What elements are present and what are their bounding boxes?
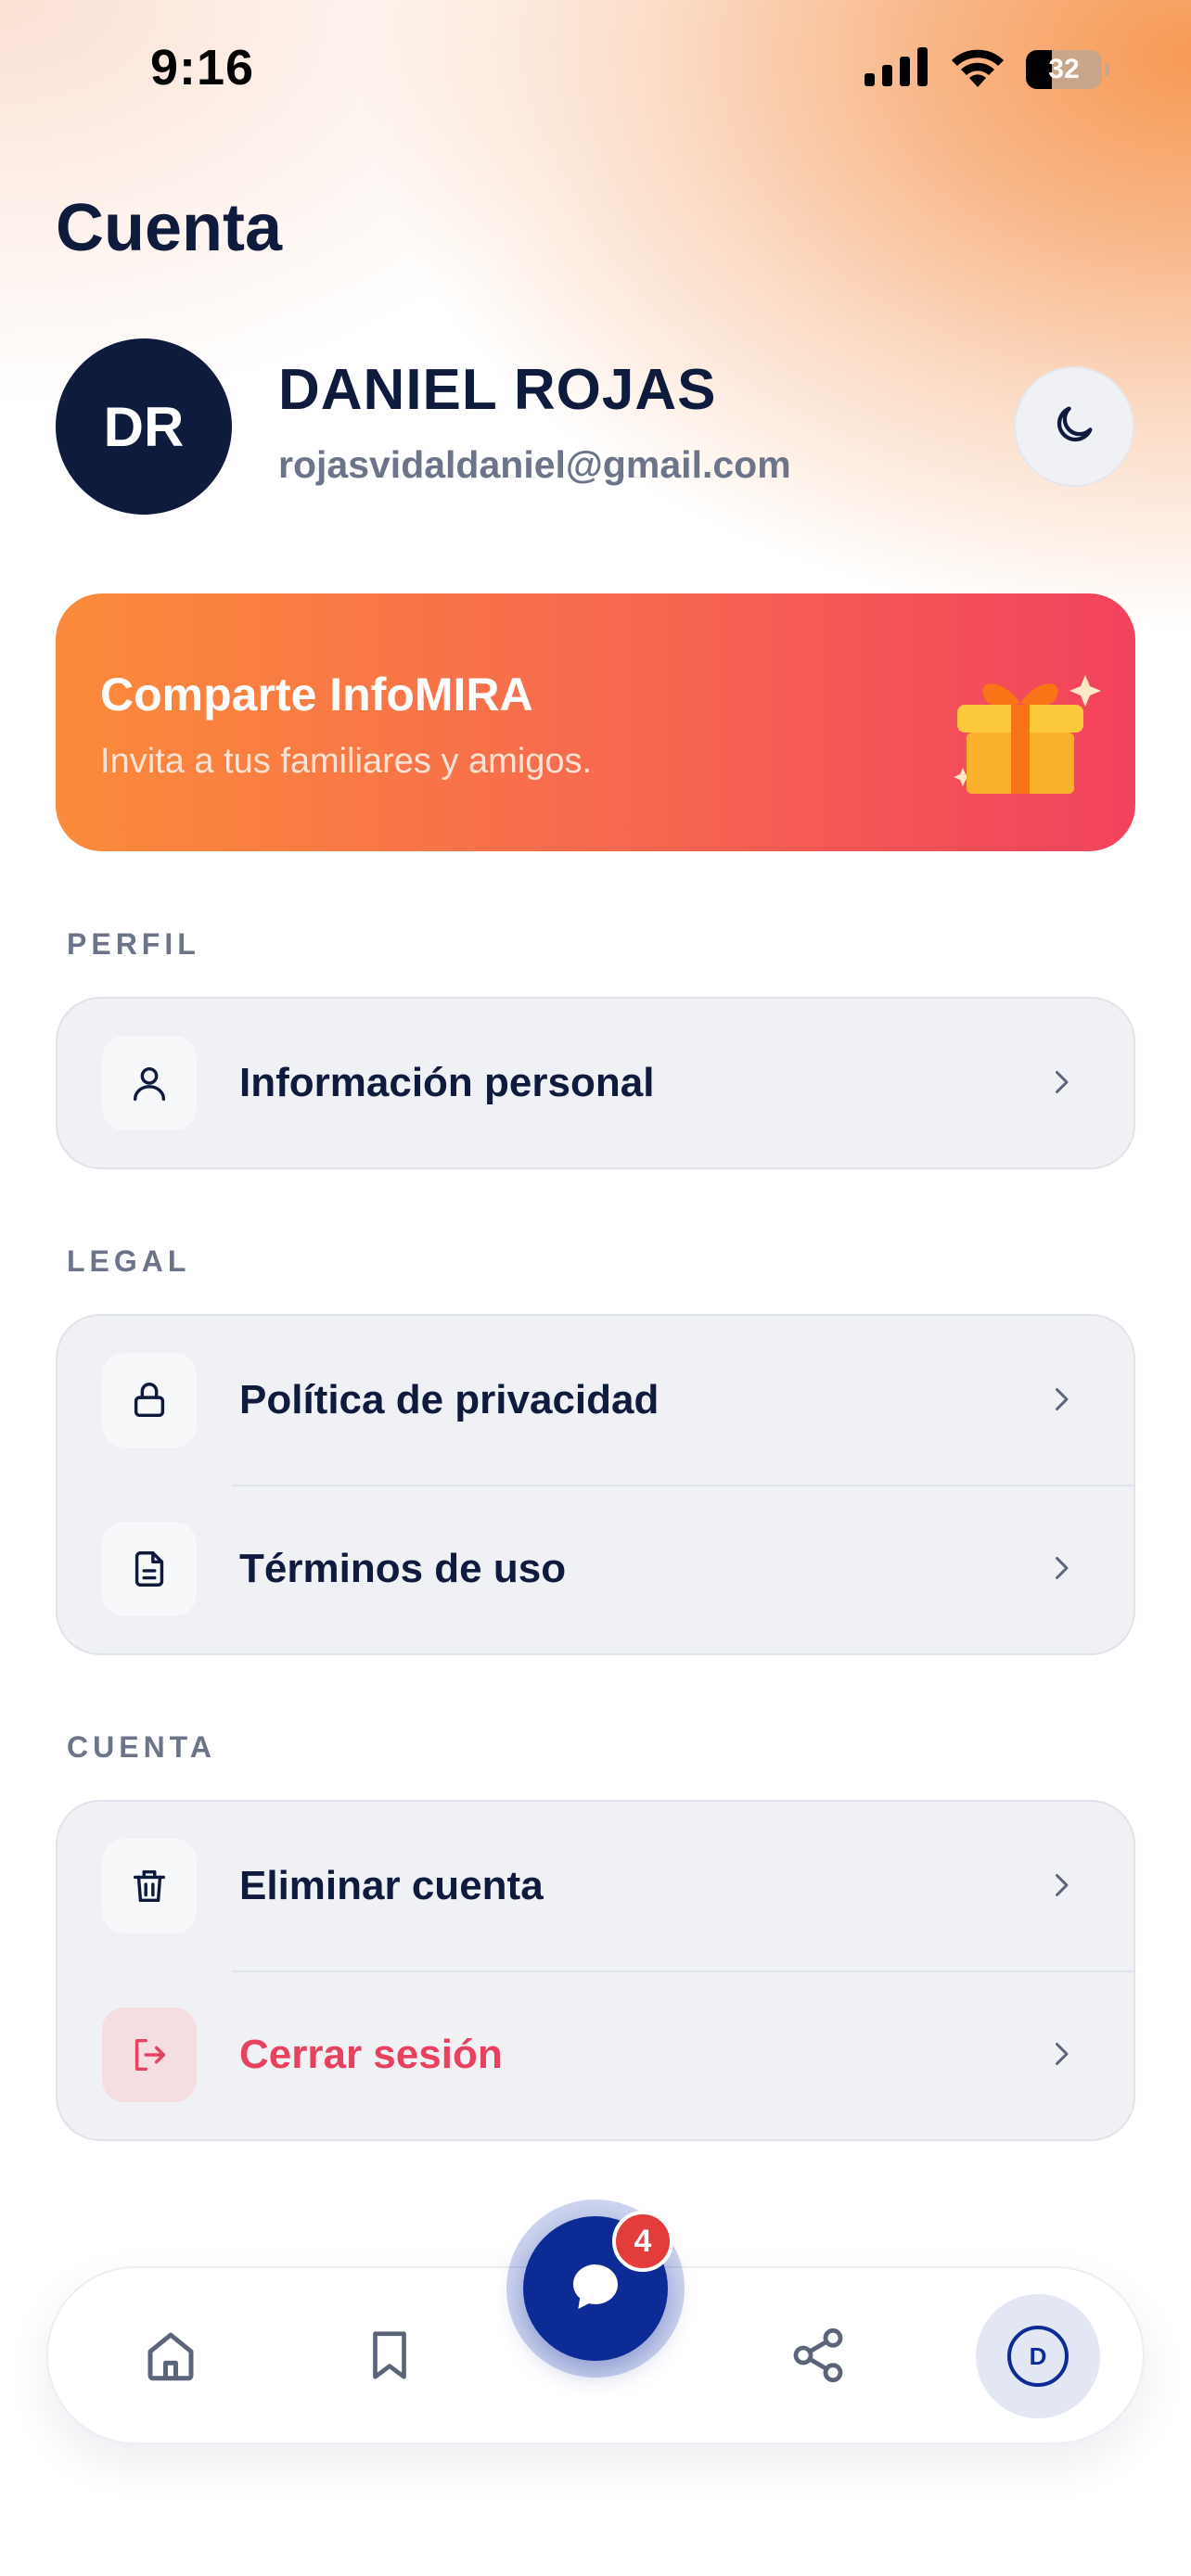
section-label-perfil: PERFIL bbox=[67, 927, 200, 961]
user-name: DANIEL ROJAS bbox=[278, 358, 717, 422]
chat-notification-badge: 4 bbox=[612, 2211, 673, 2272]
bookmark-icon bbox=[361, 2325, 418, 2391]
cellular-signal-icon bbox=[864, 47, 929, 91]
page-title: Cuenta bbox=[56, 191, 283, 265]
terms-of-use-row[interactable]: Términos de uso bbox=[58, 1485, 1133, 1653]
chat-icon bbox=[566, 2257, 625, 2321]
theme-toggle-button[interactable] bbox=[1014, 366, 1134, 487]
personal-info-row[interactable]: Información personal bbox=[58, 999, 1133, 1167]
promo-title: Comparte InfoMIRA bbox=[100, 669, 533, 721]
wifi-icon bbox=[950, 46, 1005, 92]
logout-icon bbox=[102, 2008, 197, 2102]
tab-profile[interactable]: D bbox=[976, 2294, 1100, 2418]
perfil-card: Información personal bbox=[56, 997, 1135, 1169]
status-icons: 32 bbox=[864, 46, 1109, 92]
chevron-right-icon bbox=[1044, 2037, 1078, 2075]
privacy-policy-label: Política de privacidad bbox=[239, 1377, 660, 1422]
lock-icon bbox=[102, 1353, 197, 1447]
delete-account-label: Eliminar cuenta bbox=[239, 1863, 544, 1908]
profile-avatar: D bbox=[1007, 2326, 1069, 2387]
avatar: DR bbox=[56, 338, 232, 515]
share-icon bbox=[788, 2326, 848, 2390]
tab-bookmarks[interactable] bbox=[345, 2313, 434, 2402]
battery-indicator: 32 bbox=[1026, 49, 1109, 89]
chevron-right-icon bbox=[1044, 1551, 1078, 1589]
delete-account-row[interactable]: Eliminar cuenta bbox=[58, 1802, 1133, 1970]
promo-subtitle: Invita a tus familiares y amigos. bbox=[100, 742, 593, 781]
home-icon bbox=[140, 2325, 201, 2391]
user-email: rojasvidaldaniel@gmail.com bbox=[278, 443, 791, 486]
tab-home[interactable] bbox=[126, 2313, 215, 2402]
gift-icon bbox=[937, 658, 1104, 802]
cuenta-card: Eliminar cuenta Cerrar sesión bbox=[56, 1800, 1135, 2141]
chevron-right-icon bbox=[1044, 1383, 1078, 1421]
terms-of-use-label: Términos de uso bbox=[239, 1546, 567, 1591]
tab-share[interactable] bbox=[774, 2313, 863, 2402]
privacy-policy-row[interactable]: Política de privacidad bbox=[58, 1316, 1133, 1485]
trash-icon bbox=[102, 1839, 197, 1933]
status-time: 9:16 bbox=[150, 40, 255, 96]
moon-icon bbox=[1050, 401, 1098, 453]
legal-card: Política de privacidad Términos de uso bbox=[56, 1314, 1135, 1655]
status-bar: 9:16 32 bbox=[0, 0, 1191, 139]
chevron-right-icon bbox=[1044, 1868, 1078, 1906]
logout-row[interactable]: Cerrar sesión bbox=[58, 1970, 1133, 2139]
document-icon bbox=[102, 1522, 197, 1616]
logout-label: Cerrar sesión bbox=[239, 2032, 503, 2077]
personal-info-label: Información personal bbox=[239, 1060, 655, 1105]
share-promo-banner[interactable]: Comparte InfoMIRA Invita a tus familiare… bbox=[56, 593, 1135, 851]
chevron-right-icon bbox=[1044, 1065, 1078, 1103]
section-label-legal: LEGAL bbox=[67, 1244, 191, 1278]
user-icon bbox=[102, 1036, 197, 1130]
section-label-cuenta: CUENTA bbox=[67, 1730, 216, 1764]
